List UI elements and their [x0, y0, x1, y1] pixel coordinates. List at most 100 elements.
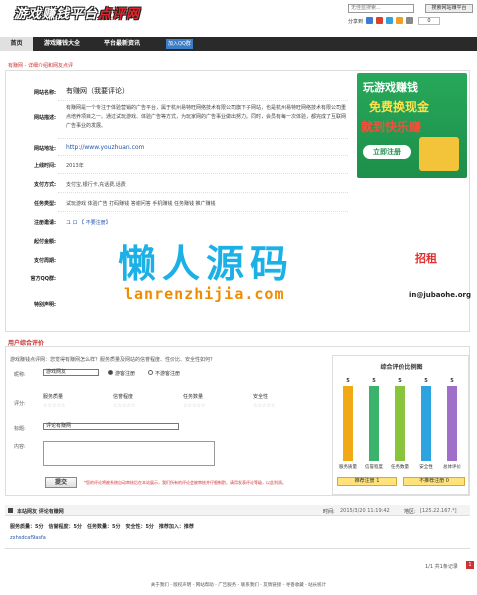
- review-list-title: 本站网友 评论有赚网: [17, 509, 64, 515]
- contact-email: in@jubaohe.org: [409, 291, 471, 299]
- tencent-share-icon[interactable]: [386, 17, 393, 24]
- chart-bar: [343, 386, 353, 461]
- rate-item-credit: 信誉程度: [113, 394, 134, 400]
- review-note: *您的评论将被系统自动审核后在本站展示，我们所有的评论会被审核并仔细斟酌，请用发…: [84, 480, 286, 485]
- search-input[interactable]: 无佳蓝搜索...: [348, 4, 414, 13]
- divider: [58, 100, 348, 101]
- join-qq-group-button[interactable]: 加入QQ群: [166, 39, 193, 49]
- renren-share-icon[interactable]: [396, 17, 403, 24]
- bar-value-label: 5: [424, 378, 428, 384]
- nick-label: 昵称:: [14, 372, 26, 378]
- page-current[interactable]: 1: [466, 561, 474, 569]
- pay-method-label: 支付方式:: [34, 182, 56, 188]
- star-rating-tasks[interactable]: ☆☆☆☆☆: [183, 403, 205, 409]
- ad-line2: 免费换现金: [369, 100, 430, 114]
- nick-input[interactable]: 游戏网友: [43, 369, 99, 376]
- logo-text: 游戏赚钱平台: [14, 7, 99, 22]
- task-type-value: 试玩游戏 体验广告 打码赚钱 答谢问答 手机赚钱 任务赚钱 推广赚钱: [66, 201, 216, 207]
- chart-bar: [395, 386, 405, 461]
- divider: [5, 548, 470, 549]
- share-label: 分享到: [348, 19, 364, 25]
- content-textarea[interactable]: [43, 441, 215, 466]
- review-scores: 服务质量：5分 信誉程度：5分 任务数量：5分 安全性：5分 推荐加入：推荐: [10, 524, 194, 530]
- site-name-label: 网站名称:: [34, 90, 56, 96]
- site-url-link[interactable]: http://www.youzhuan.com: [66, 144, 144, 151]
- register-invite-label: 注册邀请:: [34, 220, 56, 226]
- chart-bar: [447, 386, 457, 461]
- ad-line1: 玩游戏赚钱: [363, 81, 418, 94]
- nav-item-home[interactable]: 首页: [0, 37, 33, 51]
- title-input[interactable]: 评论有赚网: [43, 423, 179, 430]
- footer-links[interactable]: 关于我们 - 版权声明 - 网站帮助 - 广告服务 - 联系我们 - 友情链接 …: [0, 582, 477, 588]
- pager-info: 1/1 共1条记录: [425, 564, 458, 570]
- review-time-label: 时间:: [323, 509, 335, 515]
- bar-category-label: 安全性: [419, 465, 433, 470]
- more-share-icon[interactable]: [406, 17, 413, 24]
- bar-value-label: 5: [372, 378, 376, 384]
- site-logo[interactable]: 游戏赚钱平台点评网: [14, 3, 140, 22]
- bar-value-label: 5: [346, 378, 350, 384]
- ad-banner[interactable]: 玩游戏赚钱 免费换现金 就到快乐赚 立即注册: [357, 73, 467, 178]
- bar-category-label: 服务质量: [339, 465, 357, 470]
- divider: [58, 192, 348, 193]
- title-label: 标题:: [14, 426, 26, 432]
- radio-member[interactable]: [148, 370, 153, 375]
- watermark-cn: 懒人源码: [118, 242, 295, 286]
- ad-register-button[interactable]: 立即注册: [363, 145, 411, 159]
- nav-item-news[interactable]: 平台最新资讯: [104, 37, 140, 51]
- site-url-label: 网站地址:: [34, 146, 56, 152]
- register-invite-link[interactable]: ユ ロ 【 不要注册】: [66, 219, 111, 226]
- site-desc-label: 网站描述:: [34, 115, 56, 121]
- nav-item-games[interactable]: 游戏赚钱大全: [44, 37, 80, 51]
- site-desc-value: 有赚网是一个专注于体验营销的广告平台，属于杭州易特旺网络技术有限公司旗下子网站，…: [66, 105, 347, 129]
- bar-value-label: 5: [398, 378, 402, 384]
- divider: [58, 138, 348, 139]
- submit-button[interactable]: 提交: [45, 477, 77, 488]
- divider: [58, 211, 348, 212]
- chart-bar: [369, 386, 379, 461]
- chart-bars: 5 服务质量 5 信誉程度 5 任务数量 5 安全性 5 总体评价: [333, 356, 470, 496]
- qzone-share-icon[interactable]: [366, 17, 373, 24]
- share-count: 0: [418, 17, 440, 25]
- bar-category-label: 信誉程度: [365, 465, 383, 470]
- rate-item-safety: 安全性: [253, 394, 269, 400]
- rate-item-service: 服务质量: [43, 394, 64, 400]
- rate-label: 评分:: [14, 401, 26, 407]
- star-rating-credit[interactable]: ☆☆☆☆☆: [113, 403, 135, 409]
- bullet-icon: [8, 508, 13, 513]
- ad-recruit-text: 招租: [415, 252, 437, 265]
- star-rating-service[interactable]: ☆☆☆☆☆: [43, 403, 65, 409]
- review-addr-label: 地区:: [404, 509, 416, 515]
- divider: [58, 173, 348, 174]
- chart-bar: [421, 386, 431, 461]
- rating-chart: 综合评价比例图 5 服务质量 5 信誉程度 5 任务数量 5 安全性 5 总体评价 推荐注册 1 …: [332, 355, 469, 495]
- not-recommend-button[interactable]: 不推荐注册 0: [403, 477, 465, 486]
- logo-text-highlight: 点评网: [98, 7, 141, 22]
- divider: [58, 155, 348, 156]
- radio-member-label: 不游客注册: [155, 371, 181, 377]
- review-prompt: 游戏赚钱点评网：您觉得有赚网怎么样？服务质量及网站的信誉程度、性价比、安全性如何…: [10, 357, 216, 363]
- review-list-header: [5, 505, 470, 516]
- special-notice-label: 特别声明:: [34, 302, 56, 308]
- official-qq-label: 官方QQ群:: [30, 276, 56, 282]
- star-rating-safety[interactable]: ☆☆☆☆☆: [253, 403, 275, 409]
- min-payout-label: 起付金额:: [34, 239, 56, 245]
- bar-category-label: 任务数量: [391, 465, 409, 470]
- breadcrumb: 有赚网 - 详细介绍和网友点评: [8, 63, 73, 69]
- recommend-button[interactable]: 推荐注册 1: [337, 477, 397, 486]
- review-addr: [125.22.167.*]: [420, 508, 457, 514]
- review-user[interactable]: zxhsdcaf9asfa: [10, 535, 46, 541]
- task-type-label: 任务类型:: [34, 201, 56, 207]
- bar-value-label: 5: [450, 378, 454, 384]
- pay-method-value: 支付宝,银行卡,充话费,话费: [66, 182, 126, 188]
- weibo-share-icon[interactable]: [376, 17, 383, 24]
- watermark-en: lanrenzhijia.com: [124, 285, 285, 303]
- radio-guest-label: 游客注册: [115, 371, 136, 377]
- radio-guest[interactable]: [108, 370, 113, 375]
- search-button[interactable]: 搜索网站赚平台: [425, 4, 473, 13]
- online-time-value: 2013年: [66, 163, 84, 169]
- rate-item-tasks: 任务数量: [183, 394, 204, 400]
- site-name-value[interactable]: 有赚网（我要评论）: [66, 86, 129, 96]
- gift-icon: [419, 137, 459, 171]
- content-label: 内容:: [14, 444, 26, 450]
